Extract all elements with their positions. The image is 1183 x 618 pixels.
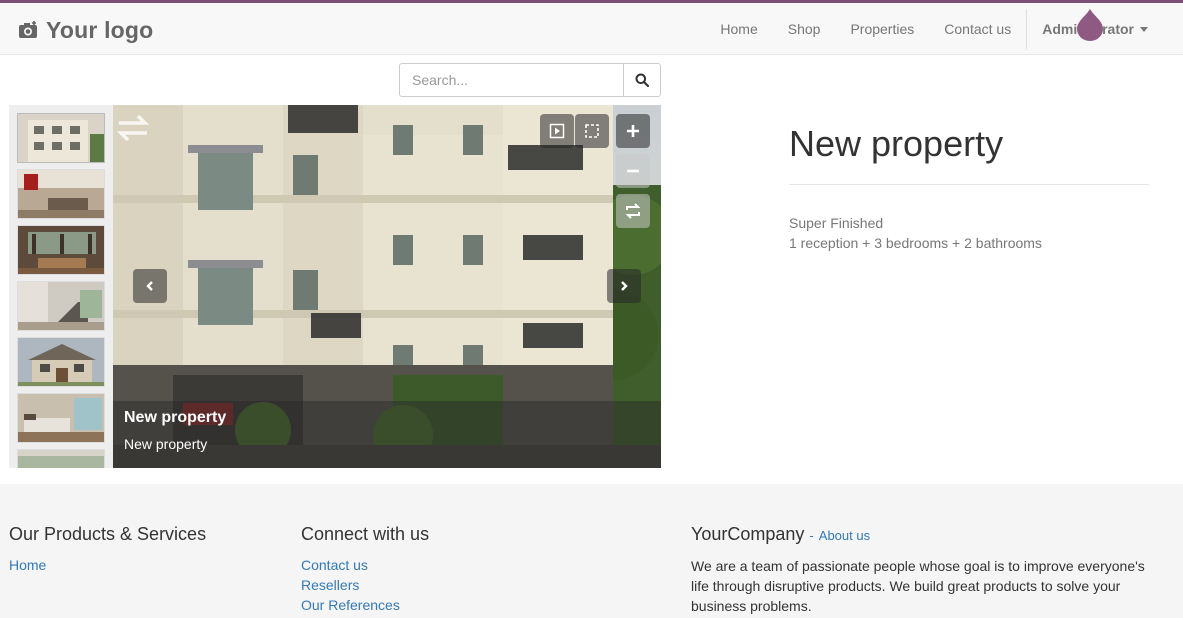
footer-company-heading: YourCompany - About us xyxy=(691,524,1161,546)
top-navbar: Your logo Home Shop Properties Contact u… xyxy=(0,0,1183,55)
thumbnail-exterior[interactable] xyxy=(17,113,105,163)
fullscreen-icon xyxy=(585,124,599,138)
play-icon xyxy=(549,123,565,139)
nav-properties[interactable]: Properties xyxy=(835,3,929,55)
fullscreen-button[interactable] xyxy=(575,114,609,148)
zoom-in-button[interactable] xyxy=(616,114,650,148)
footer-link-home[interactable]: Home xyxy=(9,555,206,575)
footer-link-resellers[interactable]: Resellers xyxy=(301,575,429,595)
repeat-icon xyxy=(625,203,641,219)
reset-zoom-button[interactable] xyxy=(616,194,650,228)
product-description-line2: 1 reception + 3 bedrooms + 2 bathrooms xyxy=(789,235,1042,251)
nav-contact-us[interactable]: Contact us xyxy=(929,3,1026,55)
thumbnail-bedroom[interactable] xyxy=(17,393,105,443)
zoom-out-button[interactable] xyxy=(616,154,650,188)
chevron-left-icon xyxy=(146,281,153,291)
logo-text: Your logo xyxy=(46,16,154,43)
chevron-right-icon xyxy=(621,281,628,291)
footer-link-about-us[interactable]: About us xyxy=(819,528,870,543)
search-input[interactable] xyxy=(399,63,623,97)
image-gallery: New property New property xyxy=(9,105,661,468)
product-title: New property xyxy=(789,123,1004,164)
minus-icon xyxy=(627,169,639,173)
product-description-line1: Super Finished xyxy=(789,215,884,231)
footer-link-references[interactable]: Our References xyxy=(301,595,429,615)
caption-title: New property xyxy=(124,409,227,426)
nav-shop[interactable]: Shop xyxy=(773,3,836,55)
footer-connect-title: Connect with us xyxy=(301,524,430,544)
nav-home[interactable]: Home xyxy=(705,3,772,55)
footer: Our Products & Services Home Connect wit… xyxy=(0,484,1183,618)
divider xyxy=(789,184,1149,185)
image-caption: New property New property xyxy=(113,401,661,468)
footer-company-column: YourCompany - About us We are a team of … xyxy=(691,524,1161,616)
swap-arrows-icon[interactable] xyxy=(115,109,151,145)
footer-connect-column: Connect with us Contact us Resellers Our… xyxy=(301,524,429,615)
footer-products-title: Our Products & Services xyxy=(9,524,207,544)
prev-image-button[interactable] xyxy=(133,269,167,303)
caption-subtitle: New property xyxy=(124,436,208,452)
plus-icon xyxy=(627,125,639,137)
thumbnail-balcony[interactable] xyxy=(17,449,105,468)
logo[interactable]: Your logo xyxy=(18,15,153,45)
thumbnail-living-room[interactable] xyxy=(17,169,105,219)
thumbnail-house-front[interactable] xyxy=(17,337,105,387)
thumbnail-stairs[interactable] xyxy=(17,281,105,331)
footer-link-contact-us[interactable]: Contact us xyxy=(301,555,429,575)
footer-company-title: YourCompany xyxy=(691,524,805,544)
thumbnail-strip[interactable] xyxy=(9,105,113,468)
footer-company-text: We are a team of passionate people whose… xyxy=(691,558,1145,614)
play-slideshow-button[interactable] xyxy=(540,114,574,148)
product-details: New property Super Finished 1 reception … xyxy=(789,122,1149,253)
search-button[interactable] xyxy=(623,63,661,97)
next-image-button[interactable] xyxy=(607,269,641,303)
droplet-indicator-icon xyxy=(1077,9,1103,41)
main-nav: Home Shop Properties Contact us Administ… xyxy=(705,3,1183,55)
footer-dash: - xyxy=(809,528,814,543)
main-image[interactable]: New property New property xyxy=(113,105,661,468)
thumbnail-dining-room[interactable] xyxy=(17,225,105,275)
search-icon xyxy=(635,73,649,87)
user-menu[interactable]: Administrator xyxy=(1027,3,1183,55)
footer-products-column: Our Products & Services Home xyxy=(9,524,206,575)
camera-icon xyxy=(18,21,40,39)
caret-down-icon xyxy=(1140,26,1148,32)
search-form xyxy=(399,63,661,97)
